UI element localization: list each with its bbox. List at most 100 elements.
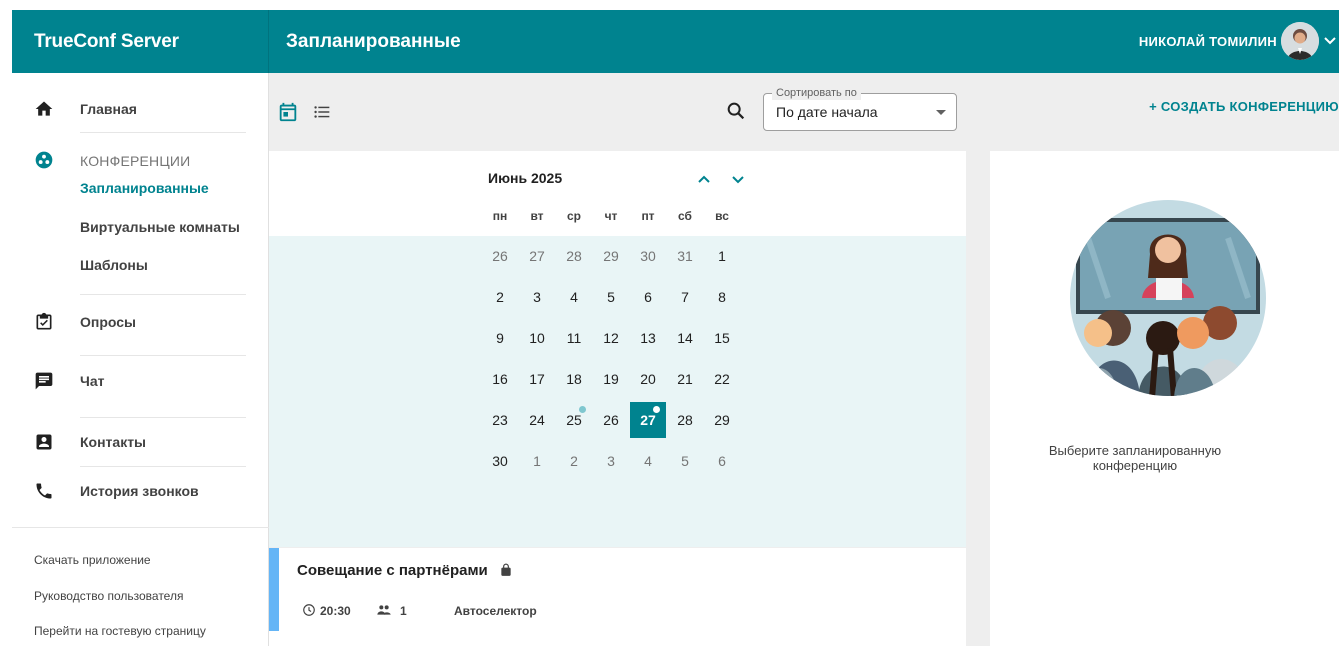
conference-card[interactable]: Совещание с партнёрами 20:30 1 Автоселек… xyxy=(269,548,966,646)
list-view-icon[interactable] xyxy=(311,101,333,123)
event-indicator-dot xyxy=(579,406,586,413)
sidebar-item-label: История звонков xyxy=(80,483,199,499)
day-cell[interactable]: 1 xyxy=(519,443,555,479)
sidebar-item-home[interactable]: Главная xyxy=(12,89,269,129)
dropdown-caret-icon xyxy=(936,110,946,115)
day-cell[interactable]: 17 xyxy=(519,361,555,397)
user-name[interactable]: НИКОЛАЙ ТОМИЛИН xyxy=(1139,10,1277,73)
day-cell[interactable]: 5 xyxy=(593,279,629,315)
conferences-icon xyxy=(34,150,54,170)
day-cell[interactable]: 23 xyxy=(482,402,518,438)
prev-month-icon[interactable] xyxy=(696,171,712,187)
calendar-view-icon[interactable] xyxy=(277,101,299,123)
sidebar-item-chat[interactable]: Чат xyxy=(12,361,269,401)
day-cell[interactable]: 20 xyxy=(630,361,666,397)
day-cell[interactable]: 2 xyxy=(556,443,592,479)
app-window: TrueConf Server Запланированные НИКОЛАЙ … xyxy=(0,0,1339,646)
day-cell[interactable]: 6 xyxy=(630,279,666,315)
day-cell[interactable]: 19 xyxy=(593,361,629,397)
day-cell[interactable]: 2 xyxy=(482,279,518,315)
search-icon[interactable] xyxy=(725,100,747,122)
contacts-icon xyxy=(34,432,54,452)
sidebar-item-contacts[interactable]: Контакты xyxy=(12,422,269,462)
lock-icon xyxy=(499,563,513,577)
left-margin xyxy=(0,10,12,646)
participants-count: 1 xyxy=(400,604,407,618)
sort-select[interactable]: Сортировать по По дате начала xyxy=(763,86,957,131)
day-cell[interactable]: 5 xyxy=(667,443,703,479)
day-cell[interactable]: 4 xyxy=(630,443,666,479)
day-cell[interactable]: 26 xyxy=(482,238,518,274)
day-cell[interactable]: 25 xyxy=(556,402,592,438)
conference-time: 20:30 xyxy=(320,604,351,618)
day-cell[interactable]: 26 xyxy=(593,402,629,438)
day-cell[interactable]: 28 xyxy=(667,402,703,438)
divider xyxy=(12,527,269,528)
user-avatar[interactable] xyxy=(1281,22,1319,60)
participants-icon xyxy=(376,603,391,617)
day-cell[interactable]: 4 xyxy=(556,279,592,315)
sort-value: По дате начала xyxy=(776,104,878,120)
day-cell[interactable]: 30 xyxy=(482,443,518,479)
sidebar-item-polls[interactable]: Опросы xyxy=(12,302,269,342)
weekday-label: вт xyxy=(530,209,544,223)
day-cell[interactable]: 21 xyxy=(667,361,703,397)
sidebar-item-virtual-rooms[interactable]: Виртуальные комнаты xyxy=(80,219,240,235)
create-conference-button[interactable]: + СОЗДАТЬ КОНФЕРЕНЦИЮ xyxy=(1149,99,1339,114)
day-cell[interactable]: 28 xyxy=(556,238,592,274)
month-title: Июнь 2025 xyxy=(488,170,563,186)
day-cell[interactable]: 8 xyxy=(704,279,740,315)
day-cell[interactable]: 18 xyxy=(556,361,592,397)
day-cell[interactable]: 14 xyxy=(667,320,703,356)
divider xyxy=(80,132,246,133)
chat-icon xyxy=(34,371,54,391)
brand-logo[interactable]: TrueConf Server xyxy=(12,10,269,73)
user-guide-link[interactable]: Руководство пользователя xyxy=(34,589,183,603)
guest-page-link[interactable]: Перейти на гостевую страницу xyxy=(34,624,206,638)
conferences-group-title: КОНФЕРЕНЦИИ xyxy=(80,153,191,169)
selected-day-cell[interactable]: 27 xyxy=(630,402,666,438)
divider xyxy=(80,294,246,295)
sidebar: Главная КОНФЕРЕНЦИИ Запланированные Вирт… xyxy=(12,73,269,646)
day-cell[interactable]: 3 xyxy=(519,279,555,315)
day-cell[interactable]: 27 xyxy=(519,238,555,274)
day-cell[interactable]: 10 xyxy=(519,320,555,356)
details-panel: Выберите запланированную конференцию xyxy=(990,151,1339,646)
sidebar-item-templates[interactable]: Шаблоны xyxy=(80,257,148,273)
day-cell[interactable]: 12 xyxy=(593,320,629,356)
main-content: Сортировать по По дате начала + СОЗДАТЬ … xyxy=(269,73,1339,646)
day-cell[interactable]: 6 xyxy=(704,443,740,479)
day-cell[interactable]: 11 xyxy=(556,320,592,356)
day-number: 27 xyxy=(640,412,656,428)
day-cell[interactable]: 9 xyxy=(482,320,518,356)
weekday-label: вс xyxy=(715,209,729,223)
event-color-bar xyxy=(269,548,279,631)
divider xyxy=(80,466,246,467)
day-cell[interactable]: 15 xyxy=(704,320,740,356)
clipboard-check-icon xyxy=(34,312,54,332)
weekday-label: пн xyxy=(492,209,508,223)
day-cell[interactable]: 29 xyxy=(593,238,629,274)
sidebar-item-call-history[interactable]: История звонков xyxy=(12,471,269,511)
day-cell[interactable]: 31 xyxy=(667,238,703,274)
sidebar-item-label: Главная xyxy=(80,101,137,117)
event-indicator-dot xyxy=(653,406,660,413)
day-cell[interactable]: 24 xyxy=(519,402,555,438)
phone-icon xyxy=(34,481,54,501)
day-cell[interactable]: 13 xyxy=(630,320,666,356)
chevron-down-icon[interactable] xyxy=(1323,34,1337,48)
day-cell[interactable]: 7 xyxy=(667,279,703,315)
day-cell[interactable]: 3 xyxy=(593,443,629,479)
download-app-link[interactable]: Скачать приложение xyxy=(34,553,151,567)
weekday-label: пт xyxy=(641,209,655,223)
sidebar-item-scheduled[interactable]: Запланированные xyxy=(80,180,209,196)
next-month-icon[interactable] xyxy=(730,171,746,187)
day-cell[interactable]: 22 xyxy=(704,361,740,397)
day-cell[interactable]: 30 xyxy=(630,238,666,274)
sidebar-item-label: Контакты xyxy=(80,434,147,450)
day-cell[interactable]: 16 xyxy=(482,361,518,397)
page-title: Запланированные xyxy=(286,31,461,52)
day-cell[interactable]: 1 xyxy=(704,238,740,274)
day-cell[interactable]: 29 xyxy=(704,402,740,438)
sidebar-item-label: Чат xyxy=(80,373,105,389)
